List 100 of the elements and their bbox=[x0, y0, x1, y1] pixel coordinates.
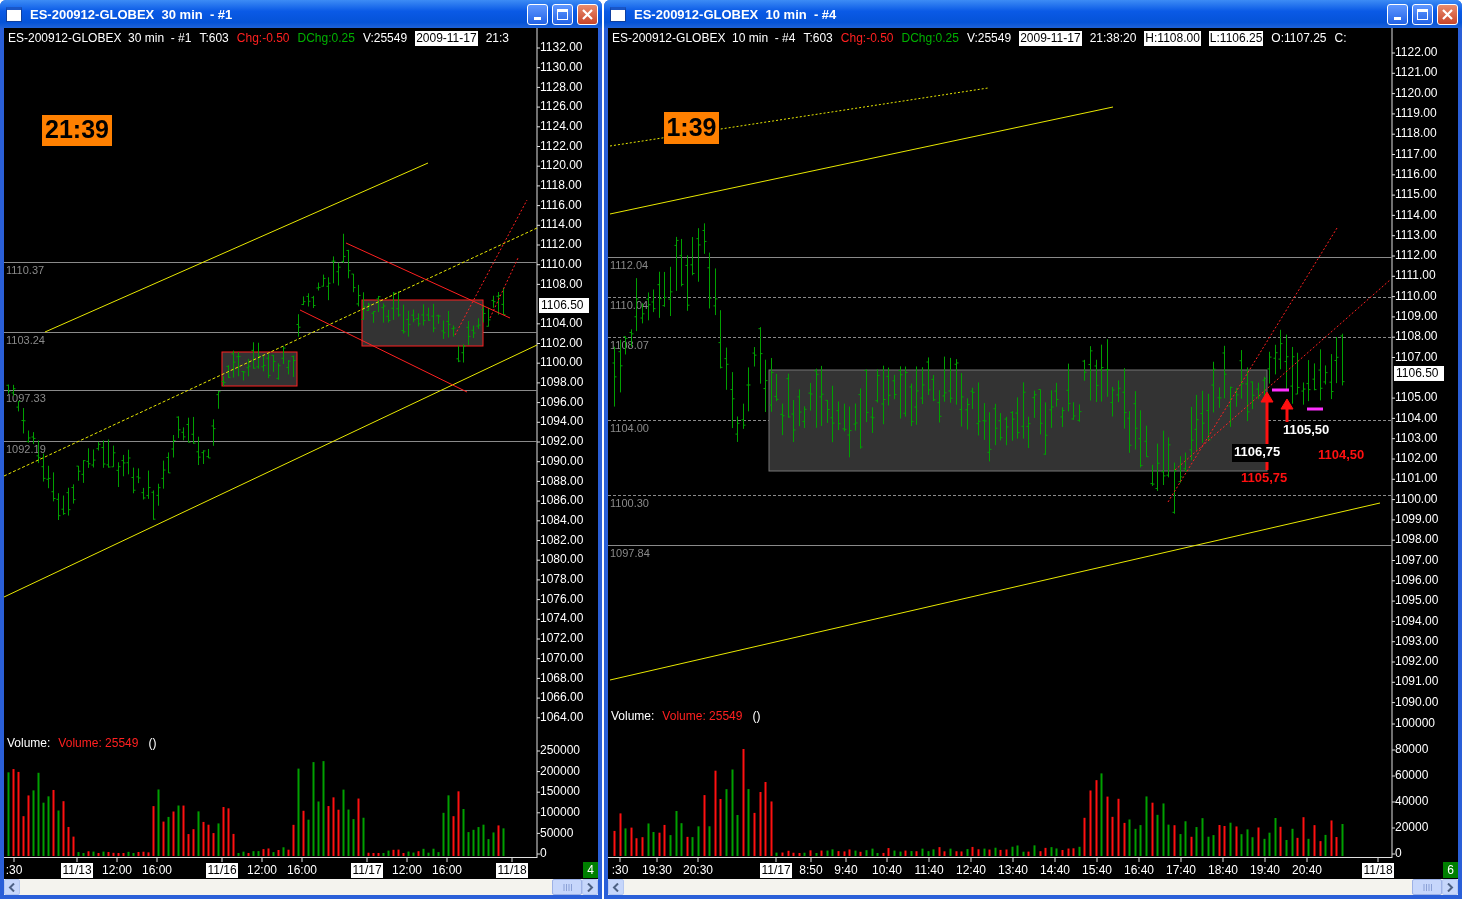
volume-axis-label: 250000 bbox=[540, 743, 581, 758]
time-axis-label: 18:40 bbox=[1208, 863, 1238, 878]
info-text: C: bbox=[1334, 31, 1347, 46]
price-axis-label: 1113.00 bbox=[1395, 227, 1437, 242]
scroll-left-button[interactable] bbox=[4, 879, 20, 895]
time-axis-label: 16:00 bbox=[287, 863, 317, 878]
price-axis-label: 1102.00 bbox=[1395, 451, 1438, 466]
price-axis-label: 1066.00 bbox=[540, 690, 584, 705]
time-axis-label: 8:50 bbox=[799, 863, 823, 878]
price-axis-label: 1099.00 bbox=[1395, 512, 1439, 527]
level-label: 1104.00 bbox=[610, 421, 649, 434]
price-axis-label: 1074.00 bbox=[540, 611, 584, 626]
scroll-left-button[interactable] bbox=[608, 879, 624, 895]
info-text: DChg:0.25 bbox=[297, 31, 355, 46]
price-axis-label: 1110.00 bbox=[1395, 288, 1437, 303]
level-label: 1097.84 bbox=[610, 546, 650, 559]
scroll-right-button[interactable] bbox=[1442, 879, 1458, 895]
window-title: ES-200912-GLOBEX 10 min - #4 bbox=[634, 6, 838, 22]
time-axis-label: 20:40 bbox=[1292, 863, 1322, 878]
price-axis-label: 1092.00 bbox=[540, 434, 584, 449]
info-text: ES-200912-GLOBEX 10 min - #4 bbox=[612, 31, 796, 46]
close-button[interactable] bbox=[1437, 3, 1458, 25]
info-text: T:603 bbox=[199, 31, 229, 46]
price-axis-label: 1078.00 bbox=[540, 572, 584, 587]
level-label: 1097.33 bbox=[6, 391, 46, 404]
close-button[interactable] bbox=[577, 3, 598, 25]
info-value: 2009-11-17 bbox=[415, 31, 478, 46]
date-label: 11/17 bbox=[760, 863, 792, 878]
chevron-left-icon bbox=[612, 882, 620, 892]
price-axis-label: 1096.00 bbox=[540, 394, 584, 409]
price-axis-label: 1124.00 bbox=[540, 118, 583, 133]
volume-axis-label: 60000 bbox=[1395, 768, 1429, 783]
date-label: 11/18 bbox=[496, 863, 528, 878]
price-axis-label: 1094.00 bbox=[1395, 613, 1439, 628]
time-axis-label: 14:40 bbox=[1040, 863, 1070, 878]
volume-axis-label: 100000 bbox=[540, 804, 581, 819]
info-text: V:25549 bbox=[362, 31, 408, 46]
price-axis-label: 1132.00 bbox=[540, 40, 583, 55]
time-axis-label: :30 bbox=[5, 863, 23, 878]
info-text: O:1107.25 bbox=[1271, 31, 1327, 46]
time-axis-label: 16:40 bbox=[1124, 863, 1154, 878]
price-axis-label: 1119.00 bbox=[1395, 106, 1437, 121]
price-axis-label: 1096.00 bbox=[1395, 572, 1439, 587]
volume-axis-label: 150000 bbox=[540, 784, 581, 799]
volume-axis-label: 50000 bbox=[540, 825, 574, 840]
time-axis-label: :30 bbox=[611, 863, 629, 878]
volume-legend: Volume: Volume: 25549 () bbox=[611, 709, 761, 724]
price-annotation: 1105,75 bbox=[1241, 470, 1288, 486]
info-value: 2009-11-17 bbox=[1019, 31, 1082, 46]
price-axis-label: 1084.00 bbox=[540, 512, 584, 527]
volume-axis-label: 200000 bbox=[540, 763, 581, 778]
time-axis-label: 12:00 bbox=[392, 863, 422, 878]
price-axis-label: 1107.00 bbox=[1395, 349, 1438, 364]
minimize-button[interactable] bbox=[1387, 3, 1408, 25]
price-axis-label: 1117.00 bbox=[1395, 146, 1437, 161]
price-axis-label: 1122.00 bbox=[540, 138, 583, 153]
scroll-right-button[interactable] bbox=[582, 879, 598, 895]
price-axis-label: 1104.00 bbox=[540, 315, 583, 330]
maximize-button[interactable] bbox=[552, 3, 573, 25]
price-axis-label: 1072.00 bbox=[540, 631, 584, 646]
volume-axis-label: 100000 bbox=[1395, 716, 1436, 731]
time-axis-label: 13:40 bbox=[998, 863, 1028, 878]
price-axis-label: 1092.00 bbox=[1395, 654, 1439, 669]
scroll-thumb[interactable] bbox=[552, 879, 582, 895]
price-axis-label: 1098.00 bbox=[1395, 532, 1439, 547]
count-badge: 4 bbox=[583, 862, 598, 878]
price-axis-label: 1064.00 bbox=[540, 709, 584, 724]
volume-axis-label: 20000 bbox=[1395, 820, 1429, 835]
price-axis-label: 1101.00 bbox=[1395, 471, 1438, 486]
current-price-label: 1106.50 bbox=[539, 297, 589, 313]
info-text: T:603 bbox=[803, 31, 833, 46]
level-label: 1103.24 bbox=[6, 333, 45, 346]
info-text: ES-200912-GLOBEX 30 min - #1 bbox=[8, 31, 192, 46]
price-axis-label: 1108.00 bbox=[540, 276, 583, 291]
date-label: 11/17 bbox=[351, 863, 383, 878]
info-text: Chg:-0.50 bbox=[840, 31, 894, 46]
level-label: 1110.37 bbox=[6, 263, 45, 276]
price-axis-label: 1090.00 bbox=[1395, 694, 1439, 709]
level-label: 1100.30 bbox=[610, 496, 649, 509]
price-axis-label: 1121.00 bbox=[1395, 65, 1438, 80]
volume-axis-label: 0 bbox=[1395, 846, 1402, 861]
maximize-button[interactable] bbox=[1412, 3, 1433, 25]
price-axis-label: 1076.00 bbox=[540, 591, 584, 606]
price-axis-label: 1118.00 bbox=[1395, 126, 1437, 141]
marker-line bbox=[1272, 388, 1289, 392]
time-axis-label: 11:40 bbox=[914, 863, 944, 878]
price-axis-label: 1093.00 bbox=[1395, 633, 1439, 648]
price-axis-label: 1126.00 bbox=[540, 99, 583, 114]
volume-axis-label: 40000 bbox=[1395, 794, 1429, 809]
grip-icon bbox=[562, 883, 572, 891]
window-title: ES-200912-GLOBEX 30 min - #1 bbox=[30, 6, 234, 22]
price-axis-label: 1118.00 bbox=[540, 178, 582, 193]
info-text: DChg:0.25 bbox=[901, 31, 959, 46]
scroll-thumb[interactable] bbox=[1412, 879, 1442, 895]
minimize-button[interactable] bbox=[527, 3, 548, 25]
price-axis-label: 1128.00 bbox=[540, 79, 583, 94]
time-axis-label: 17:40 bbox=[1166, 863, 1196, 878]
price-axis-label: 1110.00 bbox=[540, 256, 582, 271]
info-text: 21:3 bbox=[485, 31, 509, 46]
marker-line bbox=[1307, 407, 1323, 411]
